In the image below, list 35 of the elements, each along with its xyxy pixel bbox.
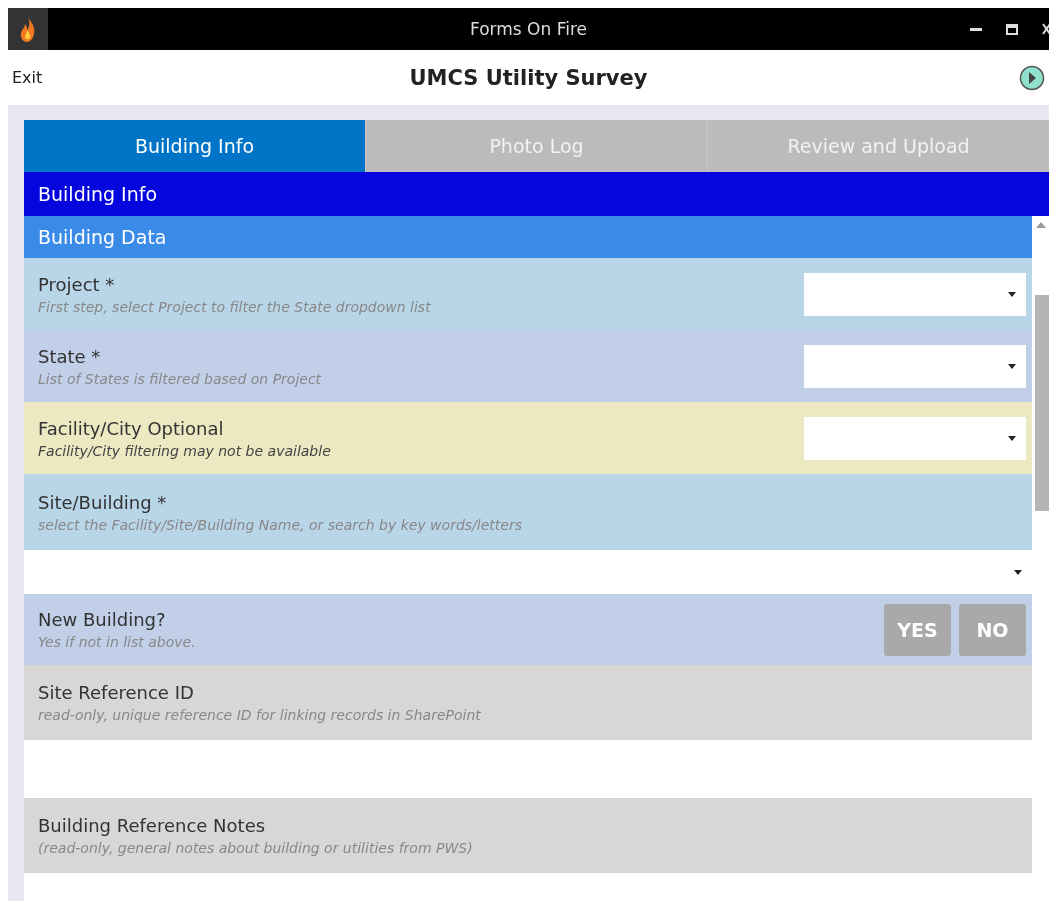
field-label: Building Reference Notes	[38, 815, 267, 836]
field-label: Project *	[38, 273, 116, 295]
caret-icon	[1008, 291, 1016, 297]
caret-icon	[1008, 435, 1016, 441]
field-label: Site/Building *	[38, 491, 168, 513]
window-title: Forms On Fire	[470, 19, 587, 39]
field-hint: List of States is filtered based on Project	[38, 370, 323, 387]
caret-icon	[1008, 363, 1016, 369]
tab[interactable]: Building Info	[24, 120, 365, 172]
scroll-up-icon[interactable]	[1036, 222, 1046, 228]
exit-button[interactable]: Exit	[8, 67, 49, 88]
field-hint: Facility/City filtering may not be available	[38, 442, 332, 459]
field-label: New Building?	[38, 609, 167, 630]
toggle-button[interactable]: NO	[959, 603, 1026, 656]
form-title: UMCS Utility Survey	[409, 65, 648, 90]
caret-icon	[1014, 569, 1022, 575]
dropdown-field[interactable]	[804, 344, 1026, 388]
field-label: State *	[38, 345, 102, 367]
maximize-icon[interactable]	[1006, 23, 1018, 35]
flame-icon	[8, 8, 48, 50]
field-hint: read-only, unique reference ID for linking records in SharePoint	[38, 707, 482, 723]
page-heading: Building Info	[24, 172, 1049, 216]
dropdown-field[interactable]	[804, 416, 1026, 460]
dropdown-field[interactable]	[804, 272, 1026, 316]
close-icon[interactable]	[1042, 23, 1049, 35]
field-hint: (read-only, general notes about building or utilities from PWS)	[38, 840, 474, 856]
field-hint: First step, select Project to filter the State dropdown list	[38, 298, 432, 315]
field-hint: select the Facility/Site/Building Name, or search by key words/letters	[38, 516, 523, 533]
scrollbar-thumb[interactable]	[1035, 295, 1049, 511]
minimize-icon[interactable]	[970, 27, 982, 31]
field-hint: Yes if not in list above.	[38, 634, 197, 650]
toggle-button[interactable]: YES	[884, 603, 951, 656]
field-label: Facility/City Optional	[38, 417, 225, 439]
section-heading: Building Data	[24, 216, 1032, 258]
field-label: Site Reference ID	[38, 682, 195, 703]
